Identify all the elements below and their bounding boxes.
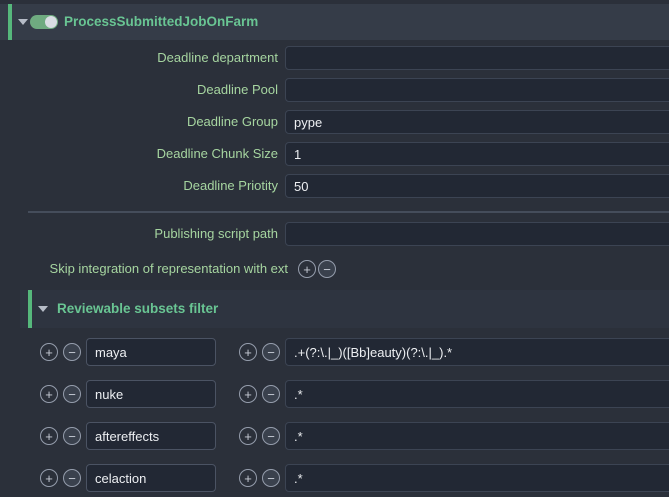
filter-value-input[interactable]: [285, 422, 669, 450]
form-row: Deadline department: [0, 46, 669, 70]
filter-key-input[interactable]: [86, 422, 216, 450]
publishing-script-path-input[interactable]: [285, 222, 669, 246]
field-label: Deadline Group: [0, 110, 278, 134]
add-key-button[interactable]: +: [40, 343, 58, 361]
deadline-chunk-size-input[interactable]: [285, 142, 669, 166]
filter-row: + − + −: [0, 422, 669, 450]
section-title: Reviewable subsets filter: [57, 290, 218, 328]
field-label: Publishing script path: [0, 222, 278, 246]
form-row: Deadline Priotity: [0, 174, 669, 198]
add-key-button[interactable]: +: [40, 469, 58, 487]
filter-row: + − + −: [0, 464, 669, 492]
settings-panel: ProcessSubmittedJobOnFarm Deadline depar…: [0, 0, 669, 497]
add-value-button[interactable]: +: [239, 385, 257, 403]
remove-key-button[interactable]: −: [63, 427, 81, 445]
remove-key-button[interactable]: −: [63, 343, 81, 361]
divider: [28, 211, 669, 213]
filter-section-header: Reviewable subsets filter: [20, 290, 669, 328]
remove-value-button[interactable]: −: [262, 343, 280, 361]
remove-value-button[interactable]: −: [262, 469, 280, 487]
form-row: Deadline Chunk Size: [0, 142, 669, 166]
filter-row: + − + −: [0, 338, 669, 366]
filter-value-input[interactable]: [285, 338, 669, 366]
form-row: Deadline Pool: [0, 78, 669, 102]
add-item-button[interactable]: +: [298, 260, 316, 278]
add-key-button[interactable]: +: [40, 385, 58, 403]
remove-value-button[interactable]: −: [262, 427, 280, 445]
filter-key-input[interactable]: [86, 380, 216, 408]
filter-key-input[interactable]: [86, 464, 216, 492]
field-label: Deadline Pool: [0, 78, 278, 102]
collapse-arrow-icon[interactable]: [38, 306, 48, 312]
field-label: Skip integration of representation with …: [0, 255, 288, 283]
remove-key-button[interactable]: −: [63, 385, 81, 403]
plugin-title: ProcessSubmittedJobOnFarm: [64, 4, 258, 40]
plugin-header: ProcessSubmittedJobOnFarm: [0, 4, 669, 40]
add-value-button[interactable]: +: [239, 343, 257, 361]
deadline-priority-input[interactable]: [285, 174, 669, 198]
filter-value-input[interactable]: [285, 464, 669, 492]
form-row: Deadline Group: [0, 110, 669, 134]
add-key-button[interactable]: +: [40, 427, 58, 445]
form-row: Publishing script path: [0, 222, 669, 246]
collapse-arrow-icon[interactable]: [18, 19, 28, 25]
skip-integration-row: Skip integration of representation with …: [0, 255, 669, 283]
accent-bar: [8, 4, 12, 40]
accent-bar: [28, 290, 32, 328]
toggle-knob-icon: [45, 16, 57, 28]
remove-item-button[interactable]: −: [318, 260, 336, 278]
field-label: Deadline Chunk Size: [0, 142, 278, 166]
deadline-department-input[interactable]: [285, 46, 669, 70]
deadline-group-input[interactable]: [285, 110, 669, 134]
deadline-pool-input[interactable]: [285, 78, 669, 102]
field-label: Deadline Priotity: [0, 174, 278, 198]
remove-value-button[interactable]: −: [262, 385, 280, 403]
filter-key-input[interactable]: [86, 338, 216, 366]
add-value-button[interactable]: +: [239, 469, 257, 487]
filter-value-input[interactable]: [285, 380, 669, 408]
remove-key-button[interactable]: −: [63, 469, 81, 487]
add-value-button[interactable]: +: [239, 427, 257, 445]
filter-row: + − + −: [0, 380, 669, 408]
field-label: Deadline department: [0, 46, 278, 70]
enabled-toggle[interactable]: [30, 15, 58, 29]
